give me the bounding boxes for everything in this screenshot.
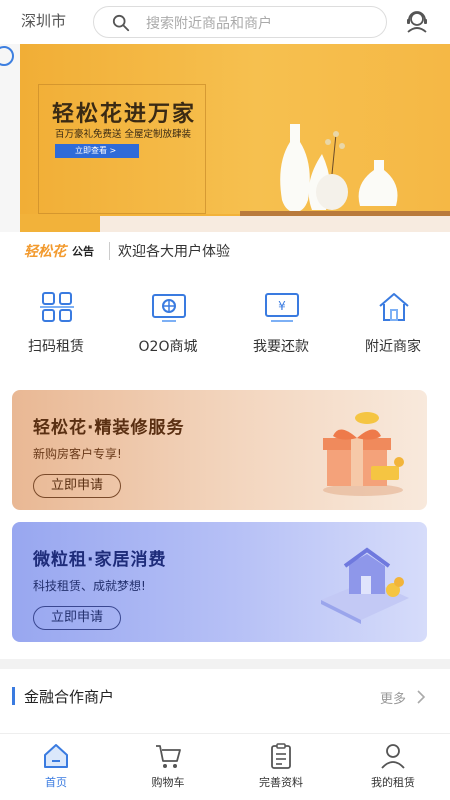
home-phone-icon [321,547,409,624]
repay-icon: ¥ [265,293,299,322]
bottom-tab-bar: 首页 购物车 完善资料 我的租赁 [0,733,450,800]
promo-card-renovation[interactable]: 轻松花·精装修服务 新购房客户专享! 立即申请 [12,390,427,510]
announcement-message: 欢迎各大用户体验 [118,244,230,260]
scan-icon [40,292,74,322]
banner-table [100,216,450,232]
quick-menu: 扫码租赁 O2O商城 ¥ 我要还款 附近商家 [0,284,450,364]
chevron-right-icon[interactable] [416,690,426,704]
divider [109,242,110,260]
partner-section-title: 金融合作商户 [24,688,115,706]
user-service-icon[interactable] [404,8,430,34]
promo-card-subtitle: 新购房客户专享! [33,447,122,461]
profile-icon [381,744,405,769]
search-placeholder: 搜索附近商品和商户 [146,16,272,32]
tab-my-rentals[interactable]: 我的租赁 [337,734,449,800]
banner-title: 轻松花进万家 [52,102,197,127]
menu-item-label: 附近商家 [365,339,421,355]
promo-banner[interactable]: 轻松花进万家 百万豪礼免费送 全屋定制放肆装 立即查看 > [0,44,450,232]
apply-button[interactable]: 立即申请 [33,606,121,630]
promo-card-subtitle: 科技租赁、成就梦想! [33,579,146,593]
announcement-brand: 轻松花 [24,244,66,260]
section-divider [0,659,450,669]
promo-card-title: 轻松花·精装修服务 [33,418,185,438]
banner-cta-button[interactable]: 立即查看 > [55,144,139,158]
partner-section-header: 金融合作商户 更多 [0,679,450,721]
tab-complete-profile[interactable]: 完善资料 [225,734,337,800]
search-input[interactable]: 搜索附近商品和商户 [93,6,387,38]
banner-subtitle: 百万豪礼免费送 全屋定制放肆装 [55,129,192,140]
tab-cart[interactable]: 购物车 [112,734,224,800]
section-accent-bar [12,687,15,705]
home-icon [44,744,68,768]
menu-item-label: 扫码租赁 [28,339,84,355]
apply-button[interactable]: 立即申请 [33,474,121,498]
menu-item-repay[interactable]: ¥ 我要还款 [225,284,337,364]
cart-icon [156,745,181,768]
announcement-bar[interactable]: 轻松花 公告 欢迎各大用户体验 [0,232,450,270]
menu-item-label: O2O商城 [138,339,198,355]
more-link[interactable]: 更多 [380,688,406,707]
tab-label: 完善资料 [259,776,303,789]
menu-item-scan-rent[interactable]: 扫码租赁 [0,284,112,364]
clipboard-icon [271,743,291,769]
tab-label: 首页 [45,776,67,789]
gift-box-icon [323,412,404,496]
menu-item-nearby[interactable]: 附近商家 [337,284,449,364]
top-header: 深圳市 搜索附近商品和商户 [0,0,450,44]
announcement-tag: 公告 [72,245,94,258]
tab-label: 我的租赁 [371,776,415,789]
tab-label: 购物车 [151,776,185,789]
promo-card-title: 微粒租·家居消费 [33,550,167,570]
search-icon [112,14,130,32]
menu-item-o2o-mall[interactable]: O2O商城 [112,284,224,364]
o2o-mall-icon [152,294,186,322]
tab-home[interactable]: 首页 [0,734,112,800]
banner-edge [0,44,20,232]
vase-decoration [280,124,398,212]
nearby-store-icon [379,293,409,321]
svg-text:¥: ¥ [278,299,286,313]
city-selector[interactable]: 深圳市 [21,10,66,31]
promo-card-home-consumption[interactable]: 微粒租·家居消费 科技租赁、成就梦想! 立即申请 [12,522,427,642]
menu-item-label: 我要还款 [253,339,309,355]
